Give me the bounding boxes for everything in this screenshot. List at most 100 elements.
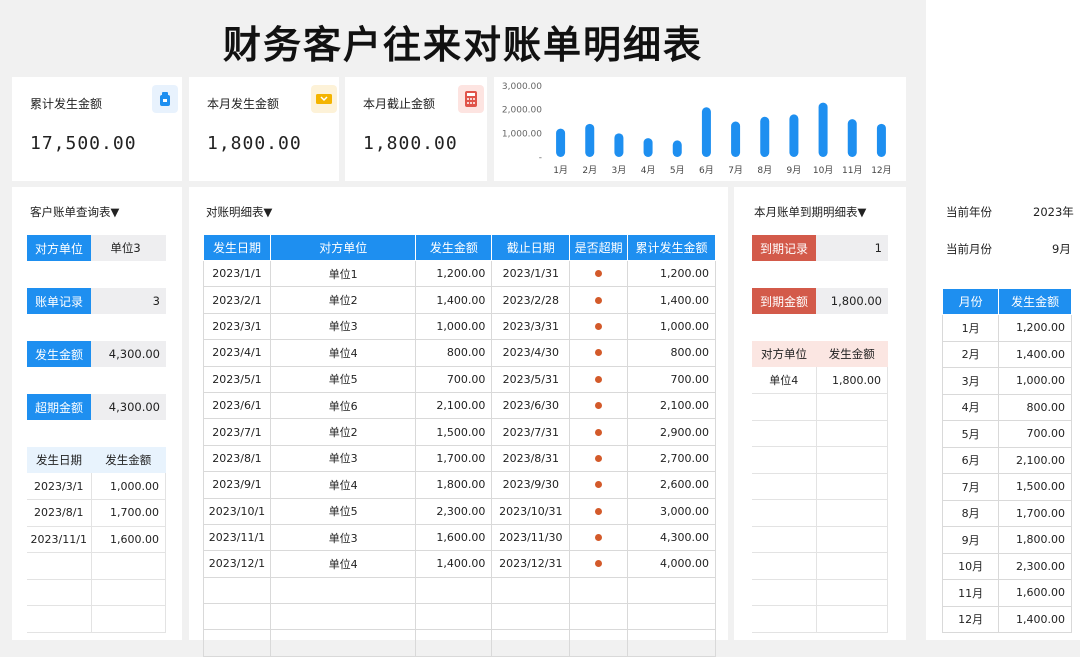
due-date-cell: 2023/12/31 bbox=[491, 550, 571, 578]
detail-table: 发生日期 对方单位 发生金额 截止日期 是否超期 累计发生金额 2023/1/1… bbox=[203, 234, 716, 657]
query-label-amount: 发生金额 bbox=[27, 341, 91, 367]
amount-cell: 1,600.00 bbox=[91, 526, 166, 553]
month-cell: 7月 bbox=[941, 473, 1000, 501]
table-row: 6月 2,100.00 bbox=[941, 446, 1072, 474]
overdue-status-cell bbox=[569, 391, 629, 420]
date-cell: 2023/2/1 bbox=[203, 286, 271, 314]
due-amount-value: 1,800.00 bbox=[816, 288, 888, 314]
current-month-label: 当前月份 bbox=[946, 242, 992, 256]
date-cell: 2023/3/1 bbox=[27, 473, 92, 500]
empty-row bbox=[203, 629, 716, 657]
amount-cell: 1,600.00 bbox=[998, 579, 1072, 607]
month-cell: 8月 bbox=[941, 499, 1000, 527]
table-row: 2023/1/1 单位1 1,200.00 2023/1/31 1,200.00 bbox=[203, 259, 716, 288]
empty-cell bbox=[269, 576, 417, 605]
bar bbox=[847, 119, 857, 157]
current-month-value: 9月 bbox=[1052, 242, 1071, 256]
amount-cell: 1,800.00 bbox=[998, 526, 1072, 554]
date-cell: 2023/8/1 bbox=[203, 444, 271, 473]
date-cell: 2023/1/1 bbox=[203, 259, 271, 288]
empty-cell bbox=[627, 576, 716, 605]
empty-cell bbox=[415, 603, 493, 631]
overdue-dot-icon bbox=[595, 534, 603, 542]
detail-panel-title[interactable]: 对账明细表▼ bbox=[206, 204, 272, 220]
overdue-value: 4,300.00 bbox=[91, 394, 166, 420]
due-date-cell: 2023/6/30 bbox=[491, 391, 571, 420]
date-cell: 2023/7/1 bbox=[203, 418, 271, 446]
date-cell: 2023/11/1 bbox=[27, 526, 92, 553]
overdue-dot-icon bbox=[595, 560, 603, 568]
kpi-label: 本月截止金额 bbox=[363, 97, 436, 111]
empty-row bbox=[203, 603, 716, 631]
wallet-icon bbox=[152, 85, 178, 113]
table-row: 2023/4/1 单位4 800.00 2023/4/30 800.00 bbox=[203, 339, 716, 367]
cumulative-cell: 2,600.00 bbox=[627, 471, 716, 499]
due-panel-title[interactable]: 本月账单到期明细表▼ bbox=[754, 204, 866, 220]
empty-cell bbox=[816, 552, 888, 580]
empty-row bbox=[203, 576, 716, 605]
column-header: 截止日期 bbox=[491, 234, 571, 261]
counterparty-cell: 单位6 bbox=[269, 391, 417, 420]
amount-cell: 1,400.00 bbox=[998, 605, 1072, 633]
month-cell: 3月 bbox=[941, 367, 1000, 395]
x-tick-label: 1月 bbox=[553, 165, 568, 176]
date-cell: 2023/8/1 bbox=[27, 499, 92, 527]
due-date-cell: 2023/4/30 bbox=[491, 339, 571, 367]
query-label-overdue: 超期金额 bbox=[27, 394, 91, 420]
cumulative-cell: 1,400.00 bbox=[627, 286, 716, 314]
empty-cell bbox=[816, 579, 888, 606]
bar bbox=[614, 133, 624, 157]
query-panel-title[interactable]: 客户账单查询表▼ bbox=[30, 204, 119, 220]
amount-cell: 1,600.00 bbox=[415, 523, 493, 552]
empty-cell bbox=[816, 499, 888, 527]
month-cell: 10月 bbox=[941, 552, 1000, 580]
kpi-label: 本月发生金额 bbox=[207, 97, 280, 111]
empty-cell bbox=[816, 446, 888, 474]
amount-cell: 1,400.00 bbox=[415, 286, 493, 314]
bar bbox=[876, 123, 886, 157]
x-tick-label: 5月 bbox=[670, 165, 685, 176]
current-year-label: 当前年份 bbox=[946, 205, 992, 219]
due-records-value: 1 bbox=[816, 235, 888, 261]
amount-cell: 1,800.00 bbox=[816, 367, 888, 394]
kpi-value: 17,500.00 bbox=[30, 133, 137, 154]
cumulative-cell: 800.00 bbox=[627, 339, 716, 367]
cumulative-cell: 2,900.00 bbox=[627, 418, 716, 446]
bar bbox=[760, 116, 770, 157]
empty-row bbox=[752, 499, 888, 527]
cumulative-cell: 2,100.00 bbox=[627, 391, 716, 420]
monthly-amount-table: 月份 发生金额 1月 1,200.00 2月 1,400.00 3月 1,000.00 4月… bbox=[941, 288, 1072, 633]
table-row: 11月 1,600.00 bbox=[941, 579, 1072, 607]
counterparty-cell: 单位4 bbox=[269, 550, 417, 578]
y-tick-label: 1,000.00 bbox=[502, 129, 542, 139]
amount-cell: 1,500.00 bbox=[998, 473, 1072, 501]
empty-cell bbox=[816, 393, 888, 421]
counterparty-cell: 单位3 bbox=[269, 523, 417, 552]
table-row: 12月 1,400.00 bbox=[941, 605, 1072, 633]
empty-row bbox=[752, 526, 888, 553]
empty-cell bbox=[627, 629, 716, 657]
amount-cell: 2,300.00 bbox=[415, 497, 493, 525]
due-panel: 本月账单到期明细表▼ 到期记录 1 到期金额 1,800.00 对方单位 发生金… bbox=[734, 187, 906, 640]
empty-row bbox=[752, 579, 888, 606]
column-header: 发生金额 bbox=[105, 453, 152, 467]
date-cell: 2023/12/1 bbox=[203, 550, 271, 578]
x-tick-label: 3月 bbox=[612, 165, 627, 176]
due-date-cell: 2023/7/31 bbox=[491, 418, 571, 446]
kpi-value: 1,800.00 bbox=[207, 133, 302, 154]
amount-cell: 2,100.00 bbox=[415, 391, 493, 420]
y-tick-label: 2,000.00 bbox=[502, 106, 542, 116]
empty-cell bbox=[27, 605, 92, 633]
overdue-dot-icon bbox=[595, 454, 603, 462]
due-date-cell: 2023/1/31 bbox=[491, 259, 571, 288]
overdue-dot-icon bbox=[595, 349, 603, 357]
cumulative-cell: 2,700.00 bbox=[627, 444, 716, 473]
counterparty-select[interactable]: 单位3 bbox=[91, 235, 166, 261]
month-cell: 4月 bbox=[941, 393, 1000, 421]
date-cell: 2023/3/1 bbox=[203, 312, 271, 341]
monthly-bar-chart-card: 3,000.00 2,000.00 1,000.00 - 1月 2月 3月 4月 5月 6月 7月 8… bbox=[494, 77, 906, 181]
query-label-counterparty: 对方单位 bbox=[27, 235, 91, 261]
x-tick-label: 8月 bbox=[757, 165, 772, 176]
table-row: 2023/8/1 1,700.00 bbox=[27, 499, 166, 527]
amount-cell: 1,400.00 bbox=[415, 550, 493, 578]
